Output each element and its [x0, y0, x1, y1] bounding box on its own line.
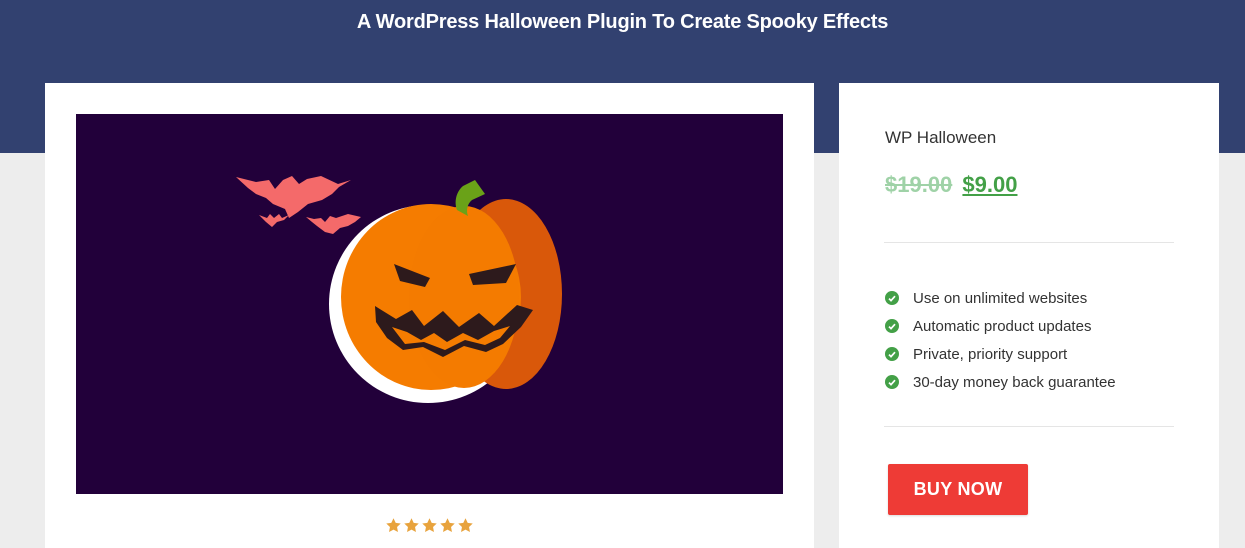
star-icon	[386, 518, 401, 533]
star-icon	[458, 518, 473, 533]
product-name: WP Halloween	[885, 128, 997, 147]
feature-label: Private, priority support	[913, 345, 1068, 363]
feature-item: Private, priority support	[885, 340, 1116, 368]
divider	[884, 242, 1174, 243]
star-icon	[440, 518, 455, 533]
check-circle-icon	[885, 291, 899, 305]
price: $19.00 $9.00	[885, 172, 1017, 198]
feature-item: Use on unlimited websites	[885, 284, 1116, 312]
check-circle-icon	[885, 347, 899, 361]
old-price: $19.00	[885, 172, 953, 197]
sale-price[interactable]: $9.00	[962, 172, 1017, 197]
check-circle-icon	[885, 319, 899, 333]
bat-icon	[306, 214, 361, 234]
page-title: A WordPress Halloween Plugin To Create S…	[356, 11, 889, 33]
bat-icon	[259, 214, 289, 227]
star-rating	[45, 517, 814, 534]
bat-icon	[236, 176, 351, 218]
star-icon	[422, 518, 437, 533]
feature-label: Automatic product updates	[913, 317, 1092, 335]
feature-label: Use on unlimited websites	[913, 289, 1088, 307]
divider	[884, 426, 1174, 427]
star-icon	[404, 518, 419, 533]
product-media-card	[45, 83, 814, 548]
buy-now-button[interactable]: BUY NOW	[888, 464, 1028, 515]
feature-item: Automatic product updates	[885, 312, 1116, 340]
pricing-card: WP Halloween $19.00 $9.00 Use on unlimit…	[839, 83, 1219, 548]
product-image	[76, 114, 783, 494]
pumpkin-bats-illustration	[236, 176, 562, 403]
check-circle-icon	[885, 375, 899, 389]
feature-item: 30-day money back guarantee	[885, 368, 1116, 396]
feature-list: Use on unlimited websites Automatic prod…	[885, 284, 1116, 396]
feature-label: 30-day money back guarantee	[913, 373, 1116, 391]
